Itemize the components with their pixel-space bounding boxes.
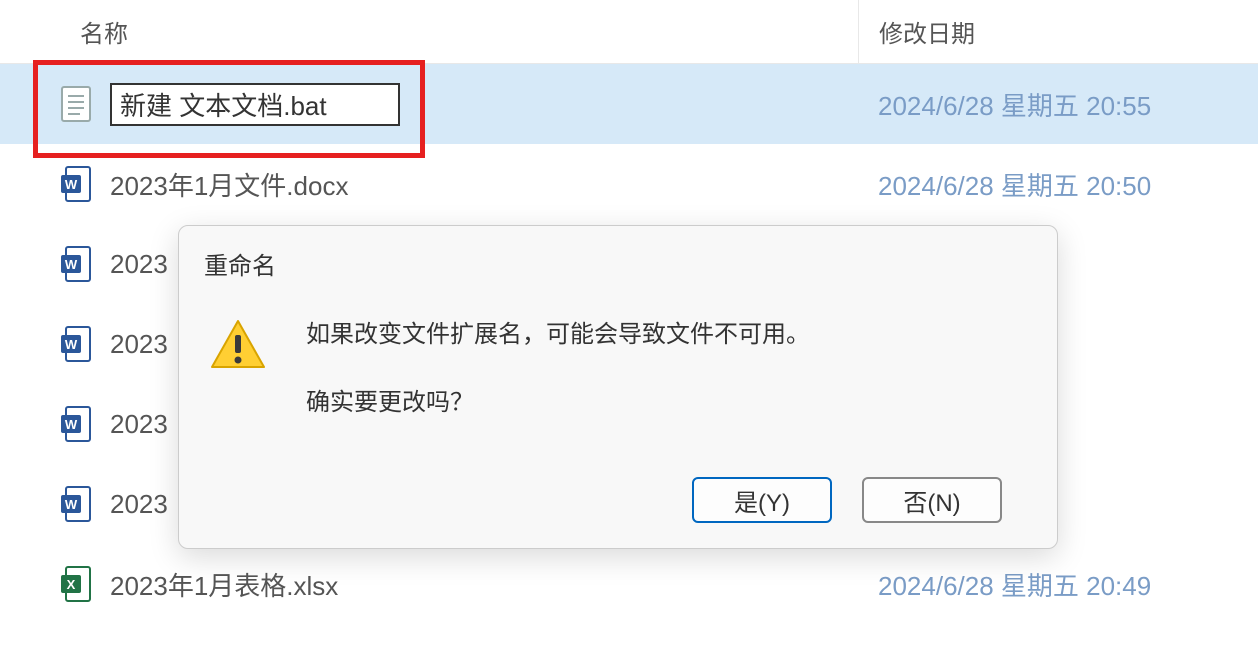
svg-text:W: W (65, 337, 78, 352)
warning-icon (210, 317, 266, 373)
file-name-cell (92, 83, 858, 126)
svg-text:W: W (65, 497, 78, 512)
file-date-cell: 2024/6/28 星期五 20:50 (858, 166, 1258, 203)
word-file-icon: W (60, 405, 92, 443)
no-button[interactable]: 否(N) (862, 477, 1002, 523)
file-date-cell: 2024/6/28 星期五 20:55 (858, 86, 1258, 123)
file-row[interactable]: 2024/6/28 星期五 20:55 (0, 64, 1258, 144)
column-header-row: 名称 修改日期 (0, 0, 1258, 64)
excel-file-icon: X (60, 565, 92, 603)
dialog-line1: 如果改变文件扩展名，可能会导致文件不可用。 (306, 311, 810, 359)
svg-text:W: W (65, 417, 78, 432)
word-file-icon: W (60, 165, 92, 203)
text-file-icon (60, 85, 92, 123)
dialog-title: 重命名 (179, 226, 1057, 291)
file-name-cell: 2023年1月文件.docx (92, 166, 858, 203)
file-date-cell: 2024/6/28 星期五 20:49 (858, 566, 1258, 603)
svg-text:W: W (65, 257, 78, 272)
dialog-body: 如果改变文件扩展名，可能会导致文件不可用。 确实要更改吗？ (179, 291, 1057, 477)
file-name-cell: 2023年1月表格.xlsx (92, 566, 858, 603)
column-header-date[interactable]: 修改日期 (858, 0, 1258, 63)
dialog-message: 如果改变文件扩展名，可能会导致文件不可用。 确实要更改吗？ (266, 311, 810, 447)
file-row[interactable]: X 2023年1月表格.xlsx 2024/6/28 星期五 20:49 (0, 544, 1258, 624)
dialog-line2: 确实要更改吗？ (306, 379, 810, 427)
word-file-icon: W (60, 325, 92, 363)
svg-text:W: W (65, 177, 78, 192)
rename-input[interactable] (110, 83, 400, 126)
yes-button[interactable]: 是(Y) (692, 477, 832, 523)
column-header-name[interactable]: 名称 (0, 14, 858, 49)
word-file-icon: W (60, 245, 92, 283)
svg-text:X: X (67, 577, 76, 592)
file-row[interactable]: W 2023年1月文件.docx 2024/6/28 星期五 20:50 (0, 144, 1258, 224)
word-file-icon: W (60, 485, 92, 523)
dialog-button-row: 是(Y) 否(N) (179, 477, 1057, 523)
rename-dialog: 重命名 如果改变文件扩展名，可能会导致文件不可用。 确实要更改吗？ 是(Y) 否… (178, 225, 1058, 549)
